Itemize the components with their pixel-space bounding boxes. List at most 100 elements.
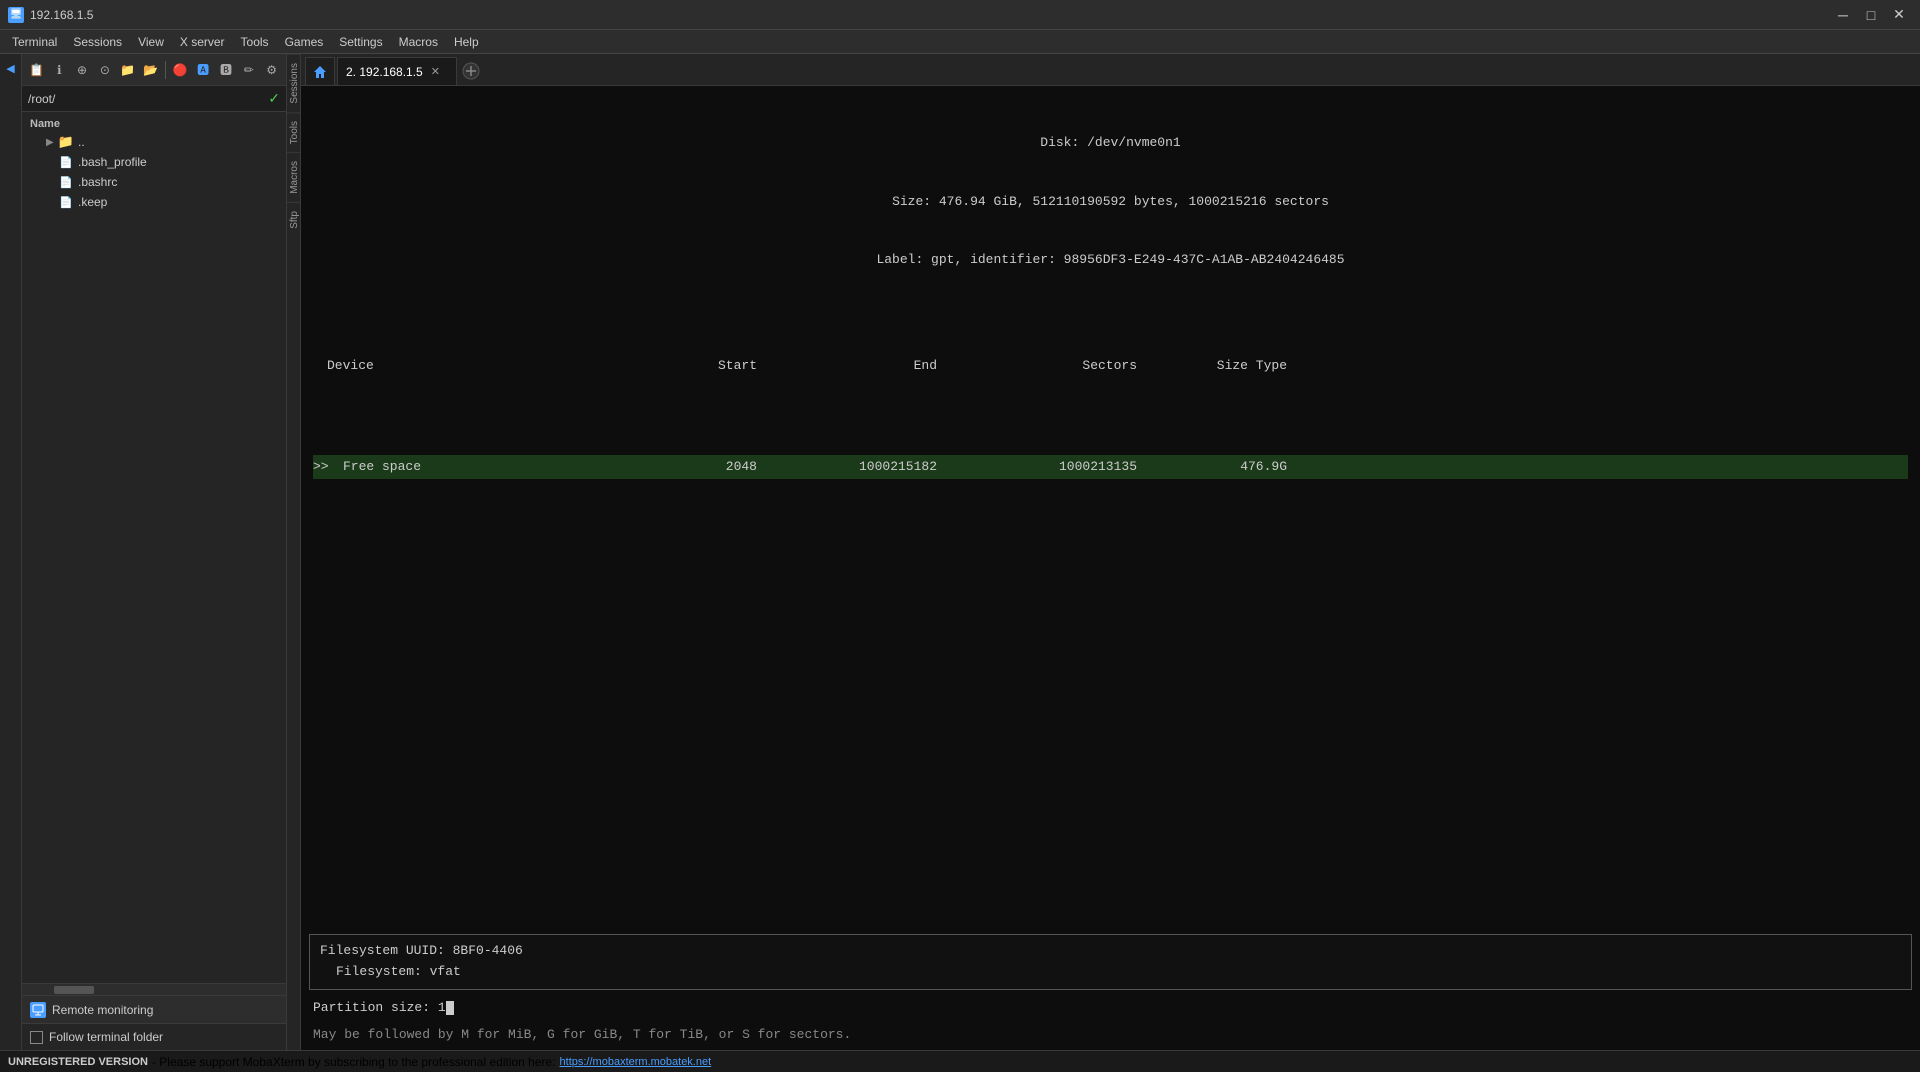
- left-panel-bottom: Remote monitoring Follow terminal folder: [22, 983, 286, 1050]
- scroll-thumb: [54, 986, 94, 994]
- remote-monitoring-item[interactable]: Remote monitoring: [22, 996, 286, 1024]
- file-tree-header: Name: [22, 116, 286, 132]
- file-icon-bash-profile: 📄: [58, 154, 74, 170]
- window-title: 192.168.1.5: [30, 8, 93, 22]
- row-pointer: >>: [313, 457, 343, 477]
- title-bar: 🖥 192.168.1.5 ─ □ ✕: [0, 0, 1920, 30]
- title-bar-controls: ─ □ ✕: [1830, 4, 1912, 26]
- tb-text-btn[interactable]: 🅰: [193, 59, 214, 81]
- tb-binary-btn[interactable]: 🅱: [216, 59, 237, 81]
- menu-view[interactable]: View: [130, 33, 172, 51]
- tab-home-button[interactable]: [305, 57, 335, 85]
- terminal-input-area: Partition size: 1: [301, 996, 1920, 1023]
- title-bar-left: 🖥 192.168.1.5: [8, 7, 93, 23]
- right-panel: 2. 192.168.1.5 ✕ Disk: /dev/nvme0n1 Size…: [301, 54, 1920, 1050]
- status-message: - Please support MobaXterm by subscribin…: [152, 1055, 556, 1069]
- input-prompt-label: Partition size: 1: [313, 1000, 446, 1015]
- app-icon: 🖥: [8, 7, 24, 23]
- file-tree-item-bashrc[interactable]: 📄 .bashrc: [22, 172, 286, 192]
- tree-item-label-dotdot: ..: [78, 135, 85, 149]
- horizontal-scrollbar[interactable]: [22, 984, 286, 996]
- row-end: 1000215182: [787, 457, 967, 477]
- side-tab-macros[interactable]: Macros: [287, 152, 300, 202]
- menu-tools[interactable]: Tools: [233, 33, 277, 51]
- status-link[interactable]: https://mobaxterm.mobatek.net: [560, 1056, 712, 1068]
- remote-monitoring-label: Remote monitoring: [52, 1003, 153, 1017]
- row-size-type: 476.9G: [1167, 457, 1287, 477]
- col-header-start: Start: [607, 356, 787, 376]
- menu-settings[interactable]: Settings: [331, 33, 390, 51]
- path-check-icon: ✓: [268, 90, 280, 107]
- menu-help[interactable]: Help: [446, 33, 487, 51]
- help-text: May be followed by M for MiB, G for GiB,…: [301, 1023, 1920, 1050]
- tree-item-label-bash-profile: .bash_profile: [78, 155, 147, 169]
- tb-copy-btn[interactable]: 📋: [26, 59, 47, 81]
- file-tree-item-bash-profile[interactable]: 📄 .bash_profile: [22, 152, 286, 172]
- tab-label: 2. 192.168.1.5: [346, 65, 423, 79]
- side-tab-sessions[interactable]: Sessions: [287, 54, 300, 112]
- col-header-end: End: [787, 356, 967, 376]
- minimize-button[interactable]: ─: [1830, 4, 1856, 26]
- tree-item-label-keep: .keep: [78, 195, 107, 209]
- menu-bar: Terminal Sessions View X server Tools Ga…: [0, 30, 1920, 54]
- tb-edit-btn[interactable]: ✏: [238, 59, 259, 81]
- maximize-button[interactable]: □: [1858, 4, 1884, 26]
- row-device: Free space: [343, 457, 607, 477]
- table-data-row: >> Free space 2048 1000215182 1000213135…: [313, 455, 1908, 479]
- tab-close-button[interactable]: ✕: [429, 65, 442, 78]
- path-bar: ✓: [22, 86, 286, 112]
- row-sectors: 1000213135: [967, 457, 1167, 477]
- tb-open-btn[interactable]: 📂: [140, 59, 161, 81]
- remote-monitoring-icon: [30, 1002, 46, 1018]
- filesystem-info-box: Filesystem UUID: 8BF0-4406 Filesystem: v…: [309, 934, 1912, 990]
- file-tree-item-keep[interactable]: 📄 .keep: [22, 192, 286, 212]
- file-tree: Name ▶ 📁 .. 📄 .bash_profile 📄 .bashrc: [22, 112, 286, 983]
- disk-info-line3: Label: gpt, identifier: 98956DF3-E249-43…: [313, 250, 1908, 270]
- sidebar-toggle-icon[interactable]: ◀: [1, 58, 21, 78]
- tb-separator-1: [165, 61, 166, 79]
- terminal-cursor: [446, 1001, 454, 1015]
- folder-icon-dotdot: 📁: [58, 134, 74, 150]
- tb-settings-btn[interactable]: ⚙: [261, 59, 282, 81]
- tb-copy2-btn[interactable]: 📁: [117, 59, 138, 81]
- path-input[interactable]: [28, 92, 264, 106]
- side-tab-tools[interactable]: Tools: [287, 112, 300, 152]
- row-start: 2048: [607, 457, 787, 477]
- col-header-size-type: Size Type: [1167, 356, 1287, 376]
- file-icon-keep: 📄: [58, 194, 74, 210]
- col-header-sectors: Sectors: [967, 356, 1167, 376]
- terminal-tab[interactable]: 2. 192.168.1.5 ✕: [337, 57, 457, 85]
- file-icon-bashrc: 📄: [58, 174, 74, 190]
- tb-info-btn[interactable]: ℹ: [49, 59, 70, 81]
- main-layout: ◀ 📋 ℹ ⊕ ⊙ 📁 📂 🔴 🅰 🅱 ✏ ⚙ ✓ Name: [0, 54, 1920, 1050]
- menu-sessions[interactable]: Sessions: [65, 33, 130, 51]
- disk-info-line1: Disk: /dev/nvme0n1: [313, 133, 1908, 153]
- tb-new-folder-btn[interactable]: ⊙: [94, 59, 115, 81]
- close-button[interactable]: ✕: [1886, 4, 1912, 26]
- file-tree-item-dotdot[interactable]: ▶ 📁 ..: [22, 132, 286, 152]
- follow-terminal-folder-item[interactable]: Follow terminal folder: [22, 1024, 286, 1050]
- tree-arrow-dotdot: ▶: [46, 137, 58, 148]
- tb-new-file-btn[interactable]: ⊕: [72, 59, 93, 81]
- filesystem-type: Filesystem: vfat: [320, 962, 1901, 983]
- status-bar: UNREGISTERED VERSION - Please support Mo…: [0, 1050, 1920, 1072]
- disk-info-line2: Size: 476.94 GiB, 512110190592 bytes, 10…: [313, 192, 1908, 212]
- side-tabs: Sessions Tools Macros Sftp: [287, 54, 301, 1050]
- menu-macros[interactable]: Macros: [391, 33, 446, 51]
- table-header-row: Device Start End Sectors Size Type: [313, 356, 1908, 376]
- side-icon-strip: ◀: [0, 54, 22, 1050]
- filesystem-uuid: Filesystem UUID: 8BF0-4406: [320, 941, 1901, 962]
- tab-bar: 2. 192.168.1.5 ✕: [301, 54, 1920, 86]
- col-header-device: Device: [327, 356, 607, 376]
- follow-folder-checkbox[interactable]: [30, 1031, 43, 1044]
- side-tab-sftp[interactable]: Sftp: [287, 202, 300, 237]
- tb-delete-btn[interactable]: 🔴: [170, 59, 191, 81]
- menu-terminal[interactable]: Terminal: [4, 33, 65, 51]
- menu-games[interactable]: Games: [277, 33, 332, 51]
- terminal-output[interactable]: Disk: /dev/nvme0n1 Size: 476.94 GiB, 512…: [301, 86, 1920, 934]
- menu-xserver[interactable]: X server: [172, 33, 233, 51]
- new-tab-button[interactable]: [457, 57, 485, 85]
- status-unregistered-label: UNREGISTERED VERSION: [8, 1056, 148, 1068]
- tree-item-label-bashrc: .bashrc: [78, 175, 117, 189]
- follow-folder-label: Follow terminal folder: [49, 1030, 163, 1044]
